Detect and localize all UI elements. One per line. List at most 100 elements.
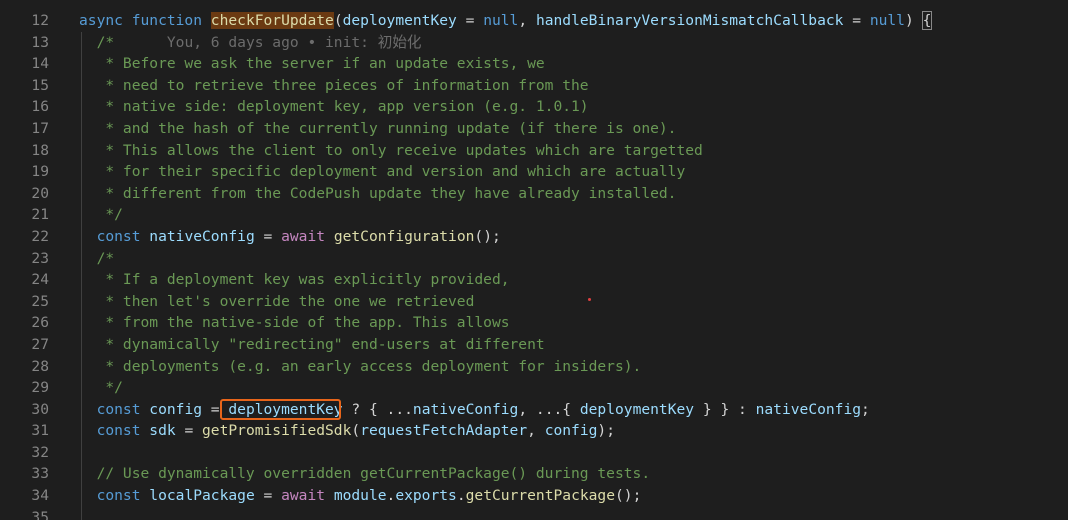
code-token: null	[483, 12, 519, 29]
line-code[interactable]: * need to retrieve three pieces of infor…	[79, 75, 589, 97]
line-code[interactable]: * If a deployment key was explicitly pro…	[79, 269, 509, 291]
code-line[interactable]: 30 const config = deploymentKey ? { ...n…	[0, 399, 1068, 421]
code-token: ();	[615, 487, 642, 505]
line-code[interactable]: * deployments (e.g. an early access depl…	[79, 356, 641, 378]
code-line[interactable]: 35	[0, 507, 1068, 520]
code-token: config	[149, 400, 203, 418]
line-code[interactable]: * dynamically "redirecting" end-users at…	[79, 334, 545, 356]
code-line[interactable]: 26 * from the native-side of the app. Th…	[0, 312, 1068, 334]
code-token: {	[921, 11, 933, 30]
line-number: 13	[31, 33, 49, 51]
line-code[interactable]: const config = deploymentKey ? { ...nati…	[79, 399, 870, 421]
code-line[interactable]: 20 * different from the CodePush update …	[0, 183, 1068, 205]
code-line[interactable]: 25 * then let's override the one we retr…	[0, 291, 1068, 313]
code-token: .	[386, 487, 396, 505]
code-token: function	[131, 12, 211, 29]
code-line[interactable]: 13 /* You, 6 days ago • init: 初始化	[0, 32, 1068, 54]
line-code[interactable]: * from the native-side of the app. This …	[79, 312, 509, 334]
line-number: 30	[31, 400, 49, 418]
code-line[interactable]: 33 // Use dynamically overridden getCurr…	[0, 463, 1068, 485]
code-line[interactable]: 29 */	[0, 377, 1068, 399]
code-line[interactable]: 19 * for their specific deployment and v…	[0, 161, 1068, 183]
line-code[interactable]: async function checkForUpdate(deployment…	[79, 10, 933, 32]
code-line[interactable]: 18 * This allows the client to only rece…	[0, 140, 1068, 162]
code-token: =	[175, 422, 203, 440]
code-token: ? { ...	[342, 400, 413, 418]
code-line[interactable]: 34 const localPackage = await module.exp…	[0, 485, 1068, 507]
code-line[interactable]: 31 const sdk = getPromisifiedSdk(request…	[0, 420, 1068, 442]
line-number: 32	[31, 443, 49, 461]
code-token: config	[544, 422, 598, 440]
line-number: 33	[31, 465, 49, 483]
code-line[interactable]: 14 * Before we ask the server if an upda…	[0, 53, 1068, 75]
code-token: * This allows the client to only receive…	[79, 141, 703, 159]
line-number: 34	[31, 487, 49, 505]
code-token: */	[79, 206, 123, 224]
code-token: ,	[527, 422, 545, 440]
code-token: const	[96, 227, 150, 245]
code-token: getCurrentPackage	[465, 487, 616, 505]
code-token: nativeConfig	[149, 227, 255, 245]
line-code[interactable]: * then let's override the one we retriev…	[79, 291, 474, 313]
code-line[interactable]: 22 const nativeConfig = await getConfigu…	[0, 226, 1068, 248]
code-line[interactable]: 16 * native side: deployment key, app ve…	[0, 96, 1068, 118]
line-number: 12	[31, 12, 49, 29]
line-number: 17	[31, 119, 49, 137]
code-token: deploymentKey	[342, 12, 457, 29]
line-code[interactable]: /*	[79, 248, 115, 270]
code-token: checkForUpdate	[210, 12, 334, 29]
line-number: 22	[31, 227, 49, 245]
code-token: =	[456, 12, 484, 29]
code-line[interactable]: 12 async function checkForUpdate(deployme…	[0, 10, 1068, 32]
code-line[interactable]: 21 */	[0, 204, 1068, 226]
line-number: 19	[31, 163, 49, 181]
code-line[interactable]: 23 /*	[0, 248, 1068, 270]
line-code[interactable]: * for their specific deployment and vers…	[79, 161, 685, 183]
line-code[interactable]: const localPackage = await module.export…	[79, 485, 642, 507]
line-number: 20	[31, 184, 49, 202]
code-token: * need to retrieve three pieces of infor…	[79, 76, 589, 94]
code-token: ();	[474, 227, 501, 245]
code-token: } } :	[694, 400, 756, 418]
code-line[interactable]: 27 * dynamically "redirecting" end-users…	[0, 334, 1068, 356]
code-line[interactable]: 15 * need to retrieve three pieces of in…	[0, 75, 1068, 97]
line-code[interactable]: */	[79, 204, 123, 226]
line-number: 26	[31, 314, 49, 332]
code-token: getConfiguration	[333, 227, 475, 245]
line-code[interactable]: // Use dynamically overridden getCurrent…	[79, 463, 651, 485]
code-lines[interactable]: 12 async function checkForUpdate(deployme…	[0, 10, 1068, 520]
code-token: getPromisifiedSdk	[202, 422, 352, 440]
line-code[interactable]: * different from the CodePush update the…	[79, 183, 676, 205]
code-token: nativeConfig	[412, 400, 519, 418]
line-code[interactable]: const sdk = getPromisifiedSdk(requestFet…	[79, 420, 615, 442]
code-editor[interactable]: 12 async function checkForUpdate(deployme…	[0, 0, 1068, 520]
code-token: * dynamically "redirecting" end-users at…	[79, 335, 545, 353]
code-line[interactable]: 17 * and the hash of the currently runni…	[0, 118, 1068, 140]
line-code[interactable]: /* You, 6 days ago • init: 初始化	[79, 32, 422, 54]
code-token: * native side: deployment key, app versi…	[79, 98, 589, 116]
line-code[interactable]: * This allows the client to only receive…	[79, 140, 703, 162]
line-code[interactable]: * and the hash of the currently running …	[79, 118, 676, 140]
code-token: async	[79, 12, 132, 29]
code-line[interactable]: 28 * deployments (e.g. an early access d…	[0, 356, 1068, 378]
line-code[interactable]: const nativeConfig = await getConfigurat…	[79, 226, 501, 248]
code-token: ;	[861, 400, 870, 418]
code-line[interactable]: 32	[0, 442, 1068, 464]
code-token: sdk	[149, 422, 176, 440]
code-token: , ...{	[518, 400, 580, 418]
code-token: You, 6 days ago • init: 初始化	[114, 33, 422, 51]
line-code[interactable]: * native side: deployment key, app versi…	[79, 96, 589, 118]
selection-highlight-box	[220, 399, 341, 420]
code-token: handleBinaryVersionMismatchCallback	[535, 12, 844, 29]
code-token: const	[96, 400, 150, 418]
line-code[interactable]: */	[79, 377, 123, 399]
code-token: .	[456, 487, 466, 505]
line-number: 29	[31, 379, 49, 397]
line-number: 16	[31, 98, 49, 116]
code-token: await	[281, 487, 334, 505]
code-token: =	[843, 12, 870, 29]
code-line[interactable]: 24 * If a deployment key was explicitly …	[0, 269, 1068, 291]
line-code[interactable]: * Before we ask the server if an update …	[79, 53, 544, 75]
